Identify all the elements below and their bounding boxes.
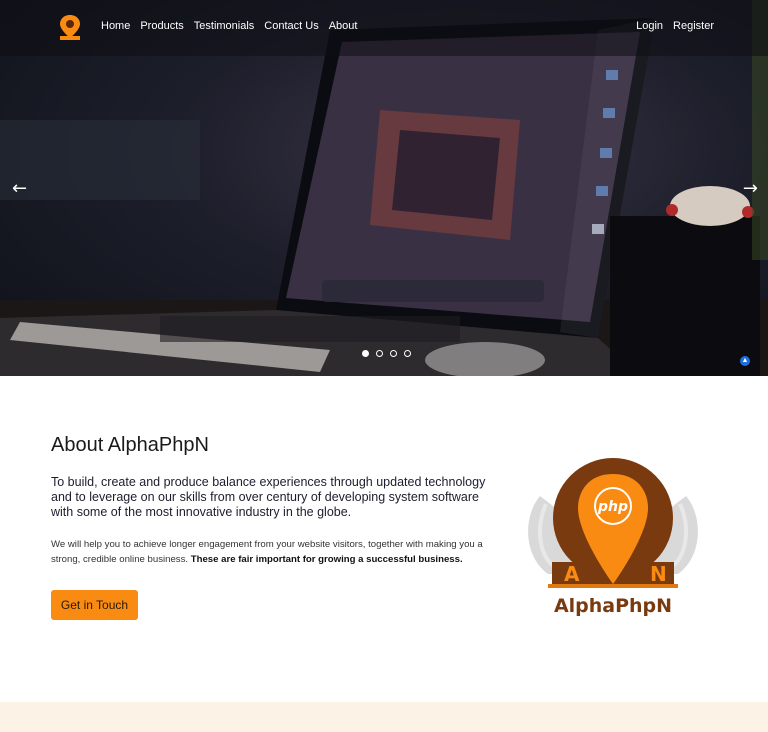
logo-php-text: php bbox=[597, 499, 628, 515]
carousel-indicator[interactable] bbox=[376, 350, 383, 357]
hero-laptop-image bbox=[0, 0, 768, 376]
carousel-next-arrow-icon[interactable]: → bbox=[743, 178, 758, 199]
next-section-strip bbox=[0, 702, 768, 732]
nav-contact-link[interactable]: Contact Us bbox=[264, 20, 318, 32]
about-body-strong: These are fair important for growing a s… bbox=[190, 553, 463, 565]
nav-about-link[interactable]: About bbox=[329, 20, 358, 32]
brand-logo-icon[interactable] bbox=[58, 14, 82, 42]
scroll-top-icon[interactable]: ▲ bbox=[740, 356, 750, 366]
nav-products-link[interactable]: Products bbox=[140, 20, 183, 32]
register-link[interactable]: Register bbox=[673, 20, 714, 32]
get-in-touch-button[interactable]: Get in Touch bbox=[51, 590, 138, 620]
about-section: About AlphaPhpN To build, create and pro… bbox=[0, 376, 768, 702]
logo-wordmark: AlphaPhpN bbox=[554, 595, 672, 617]
carousel-indicator[interactable] bbox=[362, 350, 369, 357]
nav-home-link[interactable]: Home bbox=[101, 20, 130, 32]
carousel-indicators bbox=[362, 350, 411, 357]
carousel-prev-arrow-icon[interactable]: ← bbox=[12, 178, 27, 199]
login-link[interactable]: Login bbox=[636, 20, 663, 32]
carousel-indicator[interactable] bbox=[390, 350, 397, 357]
auth-links: Login Register bbox=[636, 20, 714, 32]
carousel-indicator[interactable] bbox=[404, 350, 411, 357]
about-lead: To build, create and produce balance exp… bbox=[51, 475, 486, 519]
about-title: About AlphaPhpN bbox=[51, 434, 209, 456]
alphaphpn-logo: A N php AlphaPhpN bbox=[528, 458, 698, 617]
top-navbar: Home Products Testimonials Contact Us Ab… bbox=[0, 0, 768, 56]
main-nav: Home Products Testimonials Contact Us Ab… bbox=[101, 20, 357, 32]
hero-carousel: Home Products Testimonials Contact Us Ab… bbox=[0, 0, 768, 376]
logo-banner-right: N bbox=[650, 562, 667, 586]
about-body: We will help you to achieve longer engag… bbox=[51, 538, 496, 567]
logo-banner-left: A bbox=[564, 562, 580, 586]
nav-testimonials-link[interactable]: Testimonials bbox=[194, 20, 255, 32]
